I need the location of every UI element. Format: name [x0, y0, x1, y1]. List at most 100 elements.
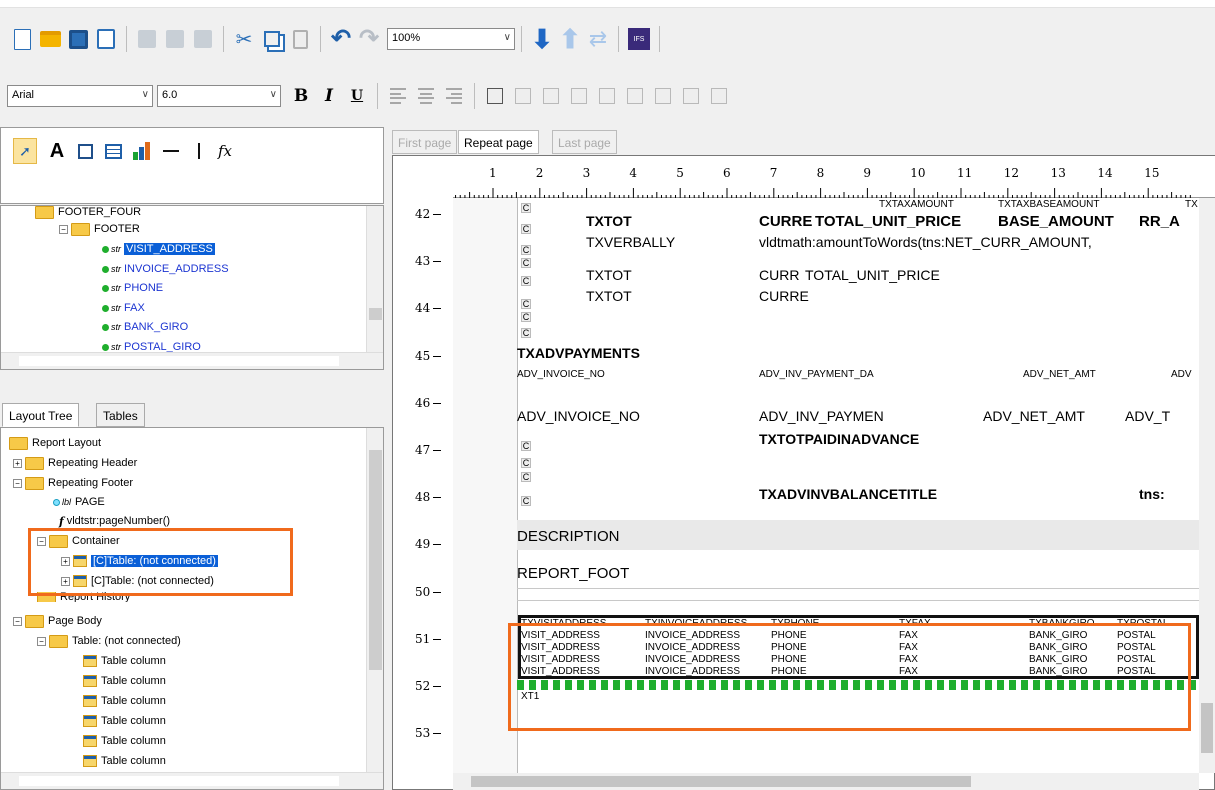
tree-item-table-column[interactable]: Table column [83, 752, 166, 770]
cut-button[interactable]: ✂ [232, 26, 256, 52]
open-button[interactable] [38, 26, 62, 52]
scroll-thumb[interactable] [1201, 703, 1213, 753]
tab-layout-tree[interactable]: Layout Tree [2, 403, 80, 427]
label-tx[interactable]: TX [1185, 199, 1198, 210]
label-txtot[interactable]: TXTOT [586, 288, 632, 304]
tab-tables[interactable]: Tables [96, 403, 145, 427]
canvas-vscroll[interactable] [1199, 198, 1215, 773]
tree-item-report-layout[interactable]: Report Layout [9, 434, 101, 452]
import-button[interactable] [135, 26, 159, 52]
move-down-button[interactable]: ⬇ [530, 26, 554, 52]
chart-tool[interactable] [129, 138, 153, 164]
field-adv-net-amt[interactable]: ADV_NET_AMT [1023, 369, 1096, 380]
table-tool[interactable] [101, 138, 125, 164]
italic-button[interactable]: I [317, 83, 341, 109]
align-right-edges-button[interactable] [567, 83, 591, 109]
copy-button[interactable] [260, 26, 284, 52]
label-description[interactable]: DESCRIPTION [517, 528, 620, 545]
label-txtot[interactable]: TXTOT [586, 213, 632, 229]
fields-tree-vscroll[interactable] [366, 206, 383, 352]
align-right-button[interactable] [442, 83, 466, 109]
field-adv-inv-payment[interactable]: ADV_INV_PAYMEN [759, 408, 884, 424]
tab-first-page[interactable]: First page [392, 130, 458, 154]
align-left-edges-button[interactable] [511, 83, 535, 109]
scroll-thumb[interactable] [369, 450, 382, 670]
scroll-thumb[interactable] [369, 308, 382, 320]
tree-item-repeating-header[interactable]: + Repeating Header [13, 454, 137, 472]
tree-item-table-column[interactable]: Table column [83, 652, 166, 670]
align-objects-button[interactable] [483, 83, 507, 109]
tree-item-bank-giro[interactable]: str BANK_GIRO [102, 318, 188, 336]
tree-item-fax[interactable]: str FAX [102, 299, 145, 317]
scroll-thumb[interactable] [19, 776, 339, 786]
tab-repeat-page[interactable]: Repeat page [458, 130, 539, 154]
tree-item-footer-four[interactable]: FOOTER_FOUR [35, 206, 141, 221]
field-adv-t[interactable]: ADV_T [1125, 408, 1170, 424]
field-adv-invoice-no[interactable]: ADV_INVOICE_NO [517, 369, 605, 380]
layout-tree-hscroll[interactable] [1, 772, 383, 789]
field-total-unit-price[interactable]: TOTAL_UNIT_PRICE [805, 267, 940, 283]
image-button[interactable] [163, 26, 187, 52]
tree-item-page-body[interactable]: − Page Body [13, 612, 102, 630]
align-left-button[interactable] [386, 83, 410, 109]
tree-item-visit-address[interactable]: str VISIT_ADDRESS [102, 240, 215, 258]
field-curre[interactable]: CURRE [759, 213, 812, 230]
new-document-button[interactable] [10, 26, 34, 52]
field-base-amount[interactable]: BASE_AMOUNT [998, 213, 1114, 230]
horizontal-line-tool[interactable] [159, 138, 183, 164]
field-curre[interactable]: CURRE [759, 288, 809, 304]
label-txtot[interactable]: TXTOT [586, 267, 632, 283]
label-txtaxamount[interactable]: TXTAXAMOUNT [879, 199, 954, 210]
field-adv-net-amt[interactable]: ADV_NET_AMT [983, 408, 1085, 424]
label-txtotpaidinadvance[interactable]: TXTOTPAIDINADVANCE [759, 431, 919, 447]
tree-item-page[interactable]: lbl PAGE [53, 493, 105, 511]
same-width-button[interactable] [707, 83, 731, 109]
field-adv[interactable]: ADV [1171, 369, 1192, 380]
label-txadvinvbalancetitle[interactable]: TXADVINVBALANCETITLE [759, 486, 937, 502]
zoom-select[interactable]: 100% ∨ [387, 28, 515, 50]
field-rr-a[interactable]: RR_A [1139, 213, 1180, 230]
align-top-button[interactable] [595, 83, 619, 109]
tree-item-table-column[interactable]: Table column [83, 712, 166, 730]
tree-item-body-table[interactable]: − Table: (not connected) [37, 632, 181, 650]
tree-item-table-column[interactable]: Table column [83, 692, 166, 710]
field-tns[interactable]: tns: [1139, 486, 1165, 502]
print-preview-button[interactable] [94, 26, 118, 52]
field-adv-inv-payment-date[interactable]: ADV_INV_PAYMENT_DA [759, 369, 874, 380]
tree-item-invoice-address[interactable]: str INVOICE_ADDRESS [102, 260, 229, 278]
field-total-unit-price[interactable]: TOTAL_UNIT_PRICE [815, 213, 961, 230]
font-family-select[interactable]: Arial ∨ [7, 85, 153, 107]
underline-button[interactable]: U [345, 83, 369, 109]
align-middle-button[interactable] [623, 83, 647, 109]
select-tool[interactable]: ➚ [13, 138, 37, 164]
paste-button[interactable] [288, 26, 312, 52]
field-adv-invoice-no[interactable]: ADV_INVOICE_NO [517, 408, 640, 424]
tree-item-table-column[interactable]: Table column [83, 732, 166, 750]
align-centers-button[interactable] [539, 83, 563, 109]
move-up-button[interactable]: ⬆ [558, 26, 582, 52]
align-bottom-button[interactable] [651, 83, 675, 109]
label-txverbally[interactable]: TXVERBALLY [586, 234, 675, 250]
same-height-button[interactable] [679, 83, 703, 109]
redo-button[interactable]: ↷ [357, 26, 381, 52]
bold-button[interactable]: B [289, 83, 313, 109]
frame-tool[interactable] [73, 138, 97, 164]
tree-item-phone[interactable]: str PHONE [102, 279, 163, 297]
field-curr[interactable]: CURR [759, 267, 799, 283]
tree-item-repeating-footer[interactable]: − Repeating Footer [13, 474, 133, 492]
font-size-select[interactable]: 6.0 ∨ [157, 85, 281, 107]
label-txadvpayments[interactable]: TXADVPAYMENTS [517, 345, 640, 361]
scroll-thumb[interactable] [471, 776, 971, 787]
tab-last-page[interactable]: Last page [552, 130, 617, 154]
vertical-line-tool[interactable] [187, 138, 211, 164]
label-report-foot[interactable]: REPORT_FOOT [517, 565, 629, 582]
label-txtaxbaseamount[interactable]: TXTAXBASEAMOUNT [998, 199, 1100, 210]
field-amount-to-words[interactable]: vldtmath:amountToWords(tns:NET_CURR_AMOU… [759, 234, 1199, 250]
save-button[interactable] [66, 26, 90, 52]
ifs-button[interactable]: IFS [627, 26, 651, 52]
export-button[interactable] [191, 26, 215, 52]
undo-button[interactable]: ↶ [329, 26, 353, 52]
layout-tree-vscroll[interactable] [366, 428, 383, 772]
canvas-hscroll[interactable] [453, 773, 1199, 790]
tree-item-footer[interactable]: − FOOTER [59, 220, 140, 238]
